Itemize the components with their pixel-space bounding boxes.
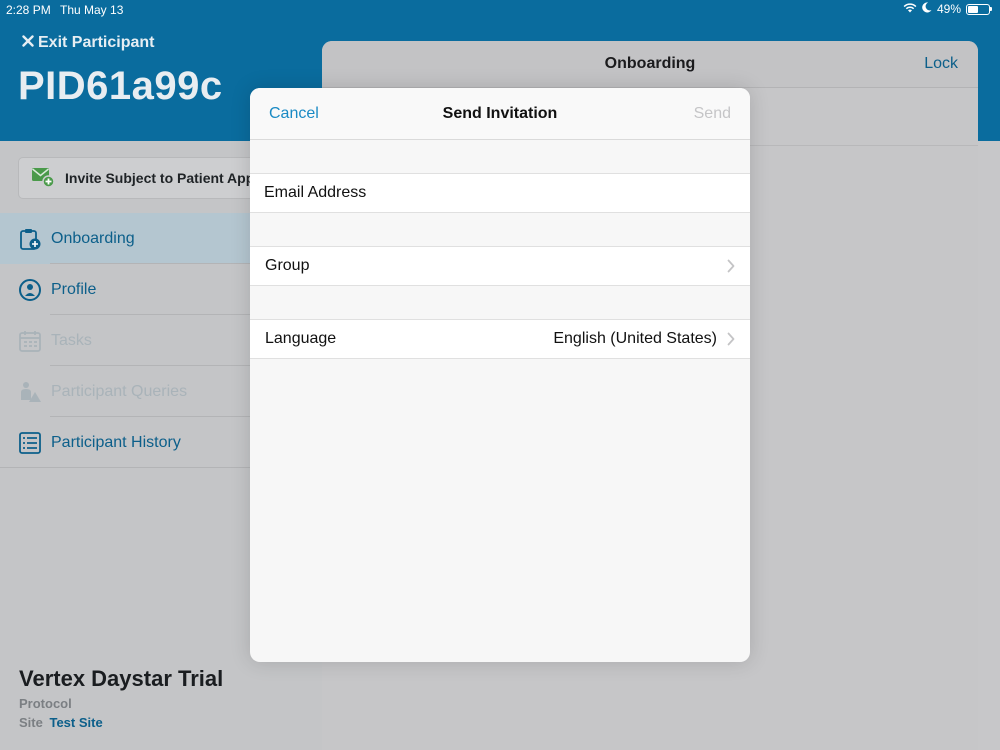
trial-name: Vertex Daystar Trial xyxy=(19,666,224,691)
clipboard-plus-icon xyxy=(18,227,42,251)
invite-subject-label: Invite Subject to Patient App xyxy=(65,170,255,186)
group-label: Group xyxy=(265,257,310,274)
modal-title: Send Invitation xyxy=(442,104,558,122)
status-indicators: 49% xyxy=(903,2,992,16)
person-warning-icon xyxy=(18,380,42,404)
wifi-icon xyxy=(903,2,917,16)
trial-protocol-label: Protocol xyxy=(19,696,72,711)
invite-subject-button[interactable]: Invite Subject to Patient App xyxy=(18,157,258,199)
sidebar-item-label: Profile xyxy=(51,280,97,298)
mail-add-icon xyxy=(31,166,55,191)
status-bar: 2:28 PM Thu May 13 49% xyxy=(0,0,1000,20)
language-value: English (United States) xyxy=(553,330,717,347)
email-row xyxy=(250,173,750,213)
list-history-icon xyxy=(18,431,42,455)
group-row[interactable]: Group xyxy=(250,246,750,286)
language-label: Language xyxy=(265,330,337,347)
person-circle-icon xyxy=(18,278,42,302)
sidebar-item-label: Tasks xyxy=(51,331,92,349)
chevron-right-icon xyxy=(727,259,735,273)
exit-participant-button[interactable]: Exit Participant xyxy=(22,34,154,52)
detail-title: Onboarding xyxy=(604,55,696,72)
status-date: Thu May 13 xyxy=(60,3,124,17)
moon-icon xyxy=(922,2,932,16)
email-field[interactable] xyxy=(264,184,735,202)
close-icon xyxy=(22,34,34,52)
battery-icon xyxy=(966,3,992,15)
send-invitation-modal: Cancel Send Invitation Send Group Langua… xyxy=(250,88,750,662)
chevron-right-icon xyxy=(727,332,735,346)
detail-header: Onboarding Lock xyxy=(322,41,978,88)
exit-participant-label: Exit Participant xyxy=(38,34,155,51)
modal-nav-bar: Cancel Send Invitation Send xyxy=(250,88,750,140)
sidebar-item-label: Participant Queries xyxy=(51,382,188,400)
cancel-button[interactable]: Cancel xyxy=(269,105,319,123)
trial-site-link[interactable]: Test Site xyxy=(49,715,102,730)
trial-site-label: Site xyxy=(19,715,43,730)
sidebar-item-label: Participant History xyxy=(51,433,181,451)
send-button[interactable]: Send xyxy=(694,105,731,123)
status-time: 2:28 PM xyxy=(6,3,51,17)
sidebar-item-label: Onboarding xyxy=(51,229,135,247)
battery-percent: 49% xyxy=(936,2,961,16)
language-row[interactable]: Language English (United States) xyxy=(250,319,750,359)
trial-site: Site Test Site xyxy=(19,715,103,730)
calendar-icon xyxy=(18,329,42,353)
participant-id: PID61a99c xyxy=(18,64,223,108)
lock-button[interactable]: Lock xyxy=(924,55,958,73)
